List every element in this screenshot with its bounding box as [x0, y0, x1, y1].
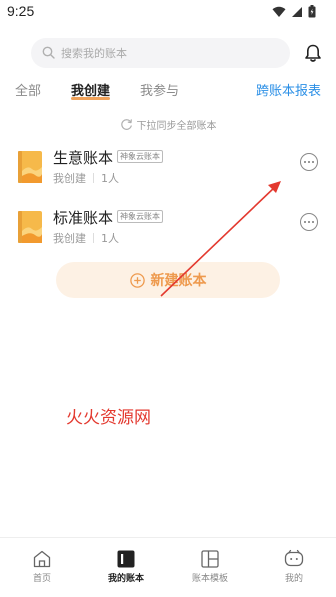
tab-all[interactable]: 全部 — [15, 80, 41, 99]
ledger-book-icon — [18, 211, 42, 243]
bottom-nav: 首页 我的账本 账本模板 我的 — [0, 537, 336, 597]
status-time: 9:25 — [7, 3, 35, 19]
sync-icon — [120, 119, 132, 130]
nav-templates-label: 账本模板 — [191, 574, 228, 584]
nav-profile[interactable]: 我的 — [252, 538, 336, 597]
nav-home[interactable]: 首页 — [0, 538, 84, 597]
new-ledger-label: 新建账本 — [150, 273, 207, 289]
profile-icon — [284, 549, 304, 567]
tab-joined[interactable]: 我参与 — [140, 80, 179, 99]
ledger-owner: 我创建 — [53, 232, 86, 245]
ledger-members: 1人 — [101, 172, 119, 185]
home-icon — [33, 550, 51, 568]
ledger-item[interactable]: 生意账本 神象云账本 我创建 1人 — [0, 147, 336, 197]
ledger-name: 标准账本 — [53, 209, 114, 227]
nav-templates[interactable]: 账本模板 — [168, 538, 252, 597]
nav-my-ledgers[interactable]: 我的账本 — [84, 538, 168, 597]
cloud-ledger-badge: 神象云账本 — [117, 210, 163, 223]
cross-ledger-report-link[interactable]: 跨账本报表 — [256, 80, 321, 99]
bell-icon[interactable] — [303, 43, 323, 63]
sync-hint-text: 下拉同步全部账本 — [136, 121, 217, 132]
battery-icon — [308, 5, 316, 18]
nav-my-ledgers-label: 我的账本 — [107, 574, 144, 584]
more-options-button[interactable] — [300, 213, 318, 231]
tab-active-indicator — [71, 97, 110, 100]
ledger-name: 生意账本 — [53, 149, 114, 167]
ledger-book-icon — [18, 151, 42, 183]
template-icon — [201, 550, 219, 568]
ledger-item[interactable]: 标准账本 神象云账本 我创建 1人 — [0, 207, 336, 257]
nav-home-label: 首页 — [32, 574, 51, 584]
ledger-owner: 我创建 — [53, 172, 86, 185]
cloud-ledger-badge: 神象云账本 — [117, 150, 163, 163]
ledger-members: 1人 — [101, 232, 119, 245]
watermark-text: 火火资源网 — [66, 408, 151, 428]
status-icons — [272, 5, 316, 18]
wifi-icon — [272, 6, 286, 17]
search-input[interactable]: 搜索我的账本 — [31, 38, 290, 68]
new-ledger-button[interactable]: 新建账本 — [56, 262, 280, 298]
search-placeholder: 搜索我的账本 — [61, 47, 127, 60]
sync-hint: 下拉同步全部账本 — [0, 116, 336, 134]
ledger-tabs: 全部 我创建 我参与 跨账本报表 — [0, 80, 336, 102]
nav-profile-label: 我的 — [284, 574, 303, 584]
plus-circle-icon — [129, 272, 145, 288]
more-options-button[interactable] — [300, 153, 318, 171]
ledger-icon — [117, 550, 135, 568]
search-icon — [42, 46, 55, 59]
ledger-meta: 我创建 1人 — [53, 170, 119, 186]
ledger-meta: 我创建 1人 — [53, 230, 119, 246]
signal-icon — [292, 6, 302, 17]
status-bar: 9:25 — [0, 0, 336, 26]
